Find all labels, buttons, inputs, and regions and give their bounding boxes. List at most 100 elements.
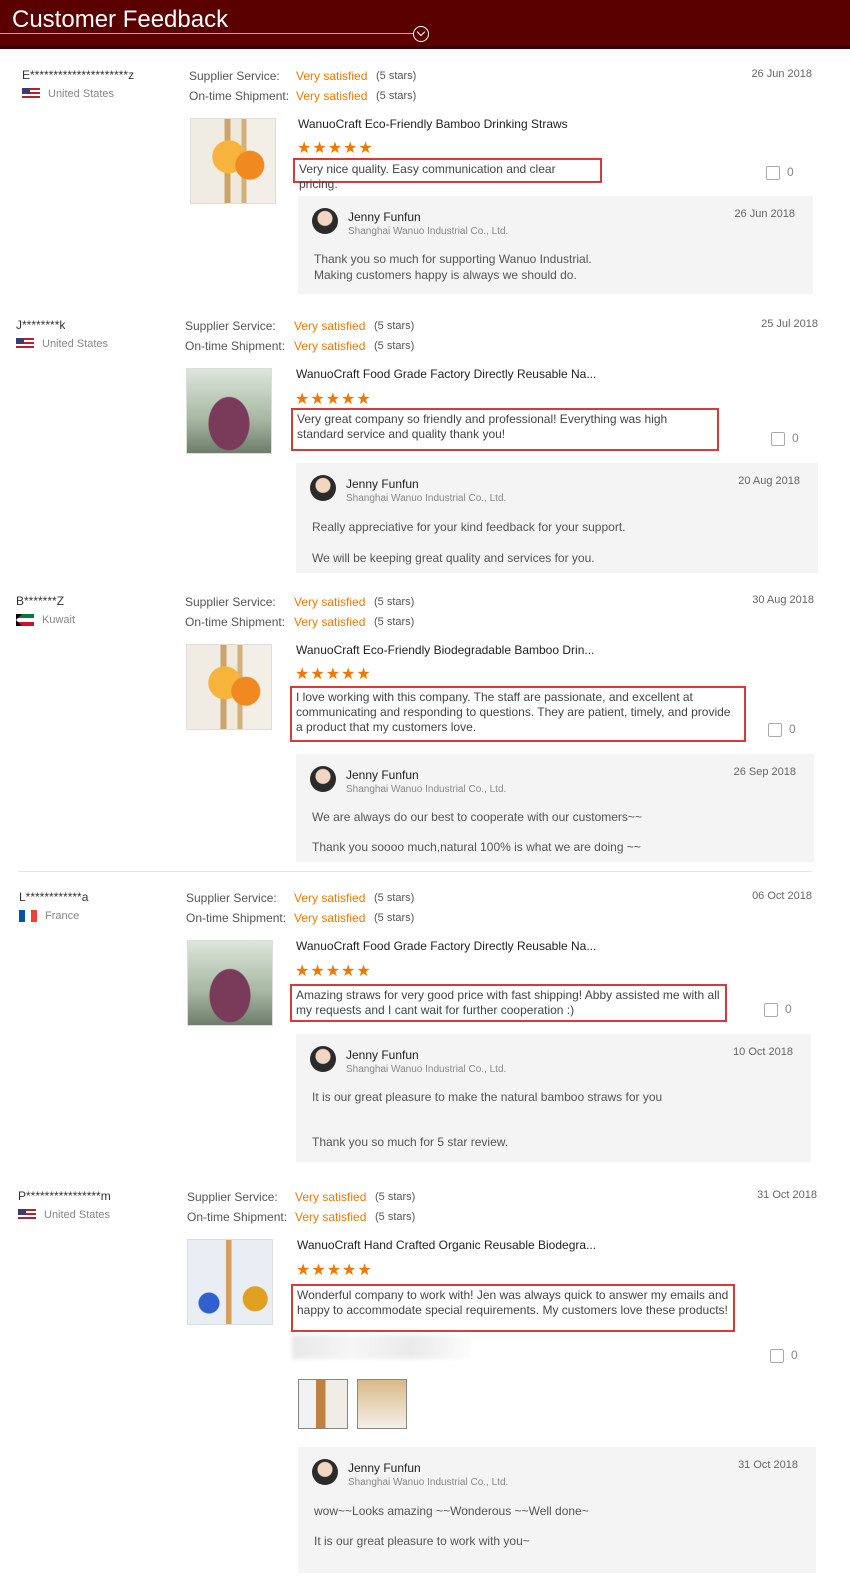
reply-text: It is our great pleasure to work with yo… [314, 1534, 530, 1548]
thumbs-up-icon [764, 1002, 778, 1017]
supplier-stars: (5 stars) [374, 596, 415, 608]
reply-text: Thank you so much for 5 star review. [312, 1135, 509, 1149]
supplier-service-label: Supplier Service: [185, 319, 276, 333]
reply-author: Jenny Funfun [348, 1461, 421, 1475]
reply-author: Jenny Funfun [346, 477, 419, 491]
kuwait-flag-icon [16, 614, 34, 627]
page-header: Customer Feedback [0, 0, 850, 49]
avatar [310, 1046, 336, 1072]
seller-reply: Jenny Funfun Shanghai Wanuo Industrial C… [296, 463, 818, 573]
like-button[interactable]: 0 [770, 1348, 798, 1363]
reviewer-country: United States [22, 88, 114, 101]
shipment-label: On-time Shipment: [189, 89, 290, 103]
review-comment: Very great company so friendly and profe… [291, 408, 719, 451]
divider [18, 871, 812, 872]
reviewer-name: P****************m [18, 1189, 111, 1203]
shipment-label: On-time Shipment: [185, 339, 286, 353]
reviewer-country: United States [16, 338, 108, 351]
us-flag-icon [16, 338, 34, 351]
review-date: 25 Jul 2018 [761, 318, 818, 330]
reply-date: 31 Oct 2018 [738, 1459, 798, 1471]
product-thumbnail[interactable] [186, 368, 272, 454]
review-photo[interactable] [357, 1379, 407, 1429]
shipment-rating: Very satisfied [295, 1210, 367, 1224]
like-button[interactable]: 0 [768, 722, 796, 737]
product-thumbnail[interactable] [187, 940, 273, 1026]
supplier-stars: (5 stars) [374, 892, 415, 904]
product-stars: ★★★★★ [295, 666, 372, 683]
supplier-rating: Very satisfied [294, 595, 366, 609]
reply-text: We will be keeping great quality and ser… [312, 551, 595, 565]
reply-author: Jenny Funfun [348, 210, 421, 224]
review-comment: Very nice quality. Easy communication an… [293, 158, 602, 191]
reply-author: Jenny Funfun [346, 768, 419, 782]
product-link[interactable]: WanuoCraft Eco-Friendly Bamboo Drinking … [298, 117, 568, 131]
header-divider [0, 33, 418, 34]
shipment-label: On-time Shipment: [187, 1210, 288, 1224]
reviewer-name: L************a [19, 890, 89, 904]
shipment-stars: (5 stars) [374, 340, 415, 352]
like-button[interactable]: 0 [764, 1002, 792, 1017]
reply-date: 20 Aug 2018 [738, 475, 800, 487]
shipment-rating: Very satisfied [294, 339, 366, 353]
supplier-rating: Very satisfied [294, 319, 366, 333]
seller-reply: Jenny Funfun Shanghai Wanuo Industrial C… [296, 754, 814, 862]
product-link[interactable]: WanuoCraft Hand Crafted Organic Reusable… [297, 1238, 596, 1252]
supplier-service-label: Supplier Service: [186, 891, 277, 905]
reply-company: Shanghai Wanuo Industrial Co., Ltd. [346, 784, 507, 795]
like-button[interactable]: 0 [766, 165, 794, 180]
supplier-stars: (5 stars) [376, 70, 417, 82]
product-stars: ★★★★★ [296, 1262, 373, 1279]
product-stars: ★★★★★ [295, 391, 372, 408]
product-stars: ★★★★★ [295, 963, 372, 980]
reviewer-country: United States [18, 1209, 110, 1222]
seller-reply: Jenny Funfun Shanghai Wanuo Industrial C… [298, 196, 813, 294]
reviewer-name: B*******Z [16, 594, 65, 608]
thumbs-up-icon [771, 431, 785, 446]
thumbs-up-icon [770, 1348, 784, 1363]
product-thumbnail[interactable] [190, 118, 276, 204]
supplier-rating: Very satisfied [296, 69, 368, 83]
reply-text: Thank you soooo much,natural 100% is wha… [312, 840, 641, 854]
supplier-rating: Very satisfied [295, 1190, 367, 1204]
reviewer-country: Kuwait [16, 614, 75, 627]
avatar [310, 766, 336, 792]
product-link[interactable]: WanuoCraft Food Grade Factory Directly R… [296, 939, 596, 953]
chevron-down-icon[interactable] [413, 26, 429, 42]
seller-reply: Jenny Funfun Shanghai Wanuo Industrial C… [298, 1447, 816, 1573]
reply-text: We are always do our best to cooperate w… [312, 810, 642, 824]
us-flag-icon [22, 88, 40, 101]
product-thumbnail[interactable] [186, 644, 272, 730]
product-link[interactable]: WanuoCraft Eco-Friendly Biodegradable Ba… [296, 643, 594, 657]
reply-company: Shanghai Wanuo Industrial Co., Ltd. [348, 226, 509, 237]
shipment-rating: Very satisfied [296, 89, 368, 103]
supplier-service-label: Supplier Service: [187, 1190, 278, 1204]
like-button[interactable]: 0 [771, 431, 799, 446]
reviewer-name: E*********************z [22, 68, 135, 82]
product-thumbnail[interactable] [187, 1239, 273, 1325]
reply-text: Thank you so much for supporting Wanuo I… [314, 252, 592, 266]
supplier-stars: (5 stars) [375, 1191, 416, 1203]
thumbs-up-icon [768, 722, 782, 737]
supplier-service-label: Supplier Service: [185, 595, 276, 609]
avatar [312, 1459, 338, 1485]
review-date: 31 Oct 2018 [757, 1189, 817, 1201]
supplier-service-label: Supplier Service: [189, 69, 280, 83]
shipment-stars: (5 stars) [376, 90, 417, 102]
reply-company: Shanghai Wanuo Industrial Co., Ltd. [346, 1064, 507, 1075]
review-date: 06 Oct 2018 [752, 890, 812, 902]
avatar [310, 475, 336, 501]
reviewer-country: France [19, 910, 79, 923]
review-photo[interactable] [298, 1379, 348, 1429]
reply-text: Really appreciative for your kind feedba… [312, 520, 626, 534]
reply-author: Jenny Funfun [346, 1048, 419, 1062]
product-link[interactable]: WanuoCraft Food Grade Factory Directly R… [296, 367, 596, 381]
shipment-rating: Very satisfied [294, 911, 366, 925]
review-comment: Amazing straws for very good price with … [290, 984, 727, 1022]
shipment-rating: Very satisfied [294, 615, 366, 629]
blurred-content [292, 1335, 472, 1359]
reply-company: Shanghai Wanuo Industrial Co., Ltd. [348, 1477, 509, 1488]
france-flag-icon [19, 910, 37, 923]
shipment-stars: (5 stars) [375, 1211, 416, 1223]
page-title: Customer Feedback [12, 6, 229, 33]
